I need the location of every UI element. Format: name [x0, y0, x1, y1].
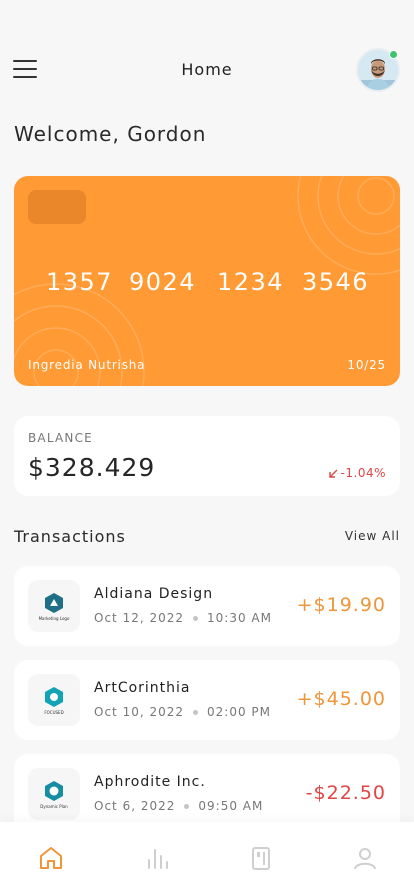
card-number-group: 1357 [46, 268, 114, 296]
transaction-date: Oct 6, 2022 [94, 799, 176, 813]
user-icon[interactable] [351, 844, 381, 874]
transaction-name: Aphrodite Inc. [94, 774, 206, 790]
app-header: Home [0, 0, 414, 110]
transaction-amount: -$22.50 [305, 782, 386, 804]
transaction-time: 09:50 AM [198, 799, 264, 813]
balance-label: BALANCE [28, 431, 93, 445]
company-logo: FOCUSED [28, 674, 80, 726]
card-holder-name: Ingredia Nutrisha [28, 358, 146, 372]
card-number-group: 9024 [129, 268, 197, 296]
transaction-time: 10:30 AM [207, 611, 272, 625]
transaction-name: ArtCorinthia [94, 680, 191, 696]
welcome-heading: Welcome, Gordon [14, 122, 207, 146]
separator-dot [184, 803, 190, 809]
card-number-group: 3546 [302, 268, 370, 296]
transaction-name: Aldiana Design [94, 586, 214, 602]
company-logo: Dynamic Plan [28, 768, 80, 820]
credit-card[interactable]: 1357 9024 1234 3546 Ingredia Nutrisha 10… [14, 176, 400, 386]
transaction-meta: Oct 6, 2022 09:50 AM [94, 799, 263, 813]
transaction-date: Oct 12, 2022 [94, 611, 184, 625]
balance-amount: $328.429 [28, 453, 156, 482]
logo-caption: Marketing Logo [38, 615, 70, 621]
card-number-group: 1234 [217, 268, 285, 296]
transaction-meta: Oct 12, 2022 10:30 AM [94, 611, 272, 625]
bottom-navigation [0, 822, 414, 896]
chart-bars-icon[interactable] [143, 844, 173, 874]
separator-dot [193, 615, 198, 621]
transaction-amount: +$45.00 [296, 688, 386, 710]
card-icon[interactable] [247, 844, 277, 874]
company-logo: Marketing Logo [28, 580, 80, 632]
hexagon-logo-icon [45, 592, 63, 613]
home-icon[interactable] [37, 844, 67, 874]
card-expiry: 10/25 [347, 358, 386, 372]
logo-caption: Dynamic Plan [40, 803, 68, 809]
page-title: Home [181, 60, 233, 79]
card-chip [28, 190, 86, 224]
transaction-date: Oct 10, 2022 [94, 705, 184, 719]
view-all-link[interactable]: View All [345, 529, 400, 543]
arrow-down-left-icon [328, 469, 338, 478]
transactions-heading: Transactions [14, 527, 126, 546]
balance-change: -1.04% [328, 466, 386, 480]
balance-panel: BALANCE $328.429 -1.04% [14, 416, 400, 496]
transaction-amount: +$19.90 [296, 594, 386, 616]
online-status-dot [389, 50, 398, 59]
logo-caption: FOCUSED [44, 709, 64, 715]
balance-change-value: -1.04% [340, 466, 386, 480]
transaction-item[interactable]: Marketing Logo Aldiana Design Oct 12, 20… [14, 566, 400, 646]
transaction-meta: Oct 10, 2022 02:00 PM [94, 705, 271, 719]
transaction-item[interactable]: FOCUSED ArtCorinthia Oct 10, 2022 02:00 … [14, 660, 400, 740]
transaction-time: 02:00 PM [207, 705, 271, 719]
ring-logo-icon [45, 686, 63, 707]
separator-dot [193, 709, 198, 715]
ring-logo-icon [45, 780, 63, 801]
